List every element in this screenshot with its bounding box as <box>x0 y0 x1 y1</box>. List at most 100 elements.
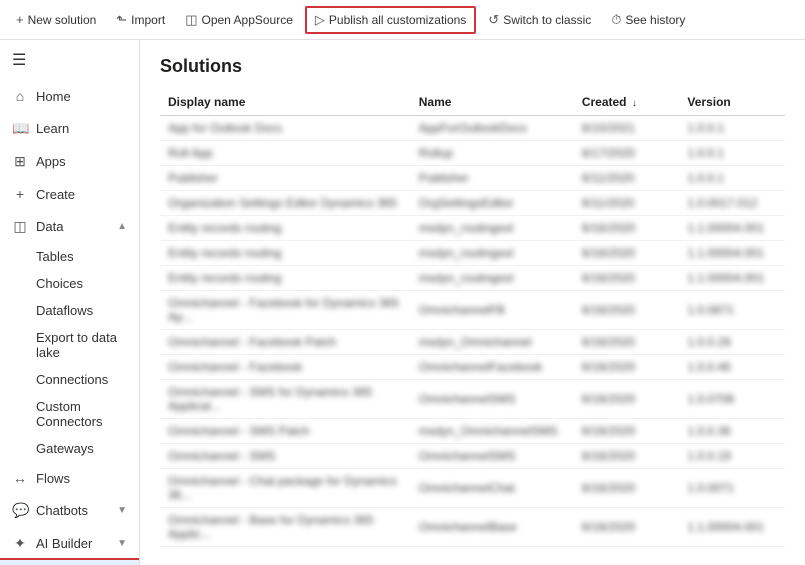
switch-icon: ↺ <box>488 12 499 28</box>
sidebar-item-create[interactable]: + Create <box>0 178 139 210</box>
table-row[interactable]: Omnichannel - SMS Patchmsdyn_Omnichannel… <box>160 419 785 444</box>
cell-display-name: App for Outlook Docs <box>160 116 411 141</box>
cell-version: 1.1.00004.001 <box>679 241 785 266</box>
table-row[interactable]: Entity records routingmsdyn_routingext6/… <box>160 241 785 266</box>
cell-display-name: Organization Settings Editor Dynamics 36… <box>160 191 411 216</box>
col-header-version: Version <box>679 89 785 116</box>
cell-created: 6/16/2020 <box>574 266 680 291</box>
cell-created: 6/16/2020 <box>574 419 680 444</box>
flows-icon: ↔ <box>12 470 28 486</box>
cell-created: 6/16/2020 <box>574 216 680 241</box>
learn-icon: 📖 <box>12 120 28 137</box>
sidebar-item-choices[interactable]: Choices <box>36 270 139 297</box>
apps-icon: ⊞ <box>12 153 28 170</box>
table-row[interactable]: Omnichannel - Base for Dynamics 365 Appl… <box>160 508 785 547</box>
cell-version: 1.1.00004.001 <box>679 508 785 547</box>
cell-display-name: Omnichannel - Facebook for Dynamics 365 … <box>160 291 411 330</box>
cell-version: 1.0.0.36 <box>679 419 785 444</box>
open-appsource-button[interactable]: ◫ Open AppSource <box>177 8 301 32</box>
cell-version: 1.0.0.46 <box>679 355 785 380</box>
col-header-display-name: Display name <box>160 89 411 116</box>
data-submenu: Tables Choices Dataflows Export to data … <box>0 243 139 462</box>
table-row[interactable]: Omnichannel - Facebook Patchmsdyn_Omnich… <box>160 330 785 355</box>
cell-name: OmnichannelChat <box>411 469 574 508</box>
cell-created: 6/10/2021 <box>574 116 680 141</box>
cell-name: OmnichannelFacebook <box>411 355 574 380</box>
cell-name: msdyn_routingext <box>411 216 574 241</box>
sidebar-item-data[interactable]: ◫ Data ▲ <box>0 210 139 243</box>
cell-version: 1.0.0871 <box>679 291 785 330</box>
page-title: Solutions <box>160 56 785 77</box>
ai-builder-icon: ✦ <box>12 535 28 552</box>
cell-created: 6/16/2020 <box>574 380 680 419</box>
cell-created: 6/16/2020 <box>574 355 680 380</box>
table-row[interactable]: Omnichannel - SMS for Dynamics 365 Appli… <box>160 380 785 419</box>
switch-classic-button[interactable]: ↺ Switch to classic <box>480 8 599 32</box>
cell-display-name: Omnichannel - Facebook <box>160 355 411 380</box>
table-row[interactable]: Organization Settings Editor Dynamics 36… <box>160 191 785 216</box>
publish-all-button[interactable]: ▷ Publish all customizations <box>305 6 476 34</box>
data-expand-icon: ▲ <box>117 221 127 232</box>
col-header-name: Name <box>411 89 574 116</box>
new-solution-button[interactable]: + New solution <box>8 8 104 31</box>
cell-display-name: Omnichannel - SMS Patch <box>160 419 411 444</box>
cell-name: OrgSettingsEditor <box>411 191 574 216</box>
sidebar-item-custom-connectors[interactable]: Custom Connectors <box>36 393 139 435</box>
cell-display-name: Omnichannel - Chat package for Dynamics … <box>160 469 411 508</box>
cell-created: 6/16/2020 <box>574 508 680 547</box>
import-button[interactable]: ⬑ Import <box>108 8 173 32</box>
import-icon: ⬑ <box>116 12 127 28</box>
sidebar-item-export-to-lake[interactable]: Export to data lake <box>36 324 139 366</box>
cell-display-name: Entity records routing <box>160 216 411 241</box>
cell-version: 1.0.0071 <box>679 469 785 508</box>
table-row[interactable]: PublisherPublisher6/11/20201.0.0.1 <box>160 166 785 191</box>
cell-created: 6/16/2020 <box>574 444 680 469</box>
table-row[interactable]: Omnichannel - FacebookOmnichannelFaceboo… <box>160 355 785 380</box>
hamburger-menu[interactable]: ☰ <box>0 40 139 80</box>
cell-display-name: Omnichannel - SMS <box>160 444 411 469</box>
cell-display-name: Omnichannel - Base for Dynamics 365 Appl… <box>160 508 411 547</box>
sidebar-item-connections[interactable]: Connections <box>36 366 139 393</box>
sidebar-item-ai-builder[interactable]: ✦ AI Builder ▼ <box>0 527 139 560</box>
data-icon: ◫ <box>12 218 28 235</box>
cell-created: 6/16/2020 <box>574 241 680 266</box>
create-icon: + <box>12 186 28 202</box>
history-icon: ⏱ <box>611 12 621 28</box>
sidebar-item-learn[interactable]: 📖 Learn <box>0 112 139 145</box>
table-row[interactable]: App for Outlook DocsAppForOutlookDocs6/1… <box>160 116 785 141</box>
sidebar-item-gateways[interactable]: Gateways <box>36 435 139 462</box>
col-header-created[interactable]: Created ↓ <box>574 89 680 116</box>
cell-created: 6/16/2020 <box>574 330 680 355</box>
table-row[interactable]: Entity records routingmsdyn_routingext6/… <box>160 216 785 241</box>
cell-name: OmnichannelFB <box>411 291 574 330</box>
home-icon: ⌂ <box>12 88 28 104</box>
sidebar-item-dataflows[interactable]: Dataflows <box>36 297 139 324</box>
ai-builder-expand-icon: ▼ <box>117 538 127 549</box>
sidebar-item-chatbots[interactable]: 💬 Chatbots ▼ <box>0 494 139 527</box>
cell-created: 6/17/2020 <box>574 141 680 166</box>
table-row[interactable]: Omnichannel - SMSOmnichannelSMS6/16/2020… <box>160 444 785 469</box>
sidebar-item-apps[interactable]: ⊞ Apps <box>0 145 139 178</box>
main-layout: ☰ ⌂ Home 📖 Learn ⊞ Apps + Create ◫ Data … <box>0 40 805 565</box>
topbar: + New solution ⬑ Import ◫ Open AppSource… <box>0 0 805 40</box>
cell-created: 6/11/2020 <box>574 191 680 216</box>
sidebar-item-home[interactable]: ⌂ Home <box>0 80 139 112</box>
chatbots-icon: 💬 <box>12 502 28 519</box>
table-row[interactable]: Omnichannel - Facebook for Dynamics 365 … <box>160 291 785 330</box>
cell-display-name: Publisher <box>160 166 411 191</box>
see-history-button[interactable]: ⏱ See history <box>603 8 693 32</box>
cell-name: AppForOutlookDocs <box>411 116 574 141</box>
cell-name: OmnichannelBase <box>411 508 574 547</box>
cell-name: msdyn_Omnichannel <box>411 330 574 355</box>
cell-display-name: Omnichannel - SMS for Dynamics 365 Appli… <box>160 380 411 419</box>
sidebar-item-tables[interactable]: Tables <box>36 243 139 270</box>
table-body: App for Outlook DocsAppForOutlookDocs6/1… <box>160 116 785 547</box>
sidebar-item-flows[interactable]: ↔ Flows <box>0 462 139 494</box>
sidebar-item-solutions[interactable]: ◱ Solutions <box>0 560 139 565</box>
table-row[interactable]: Entity records routingmsdyn_routingext6/… <box>160 266 785 291</box>
chatbots-expand-icon: ▼ <box>117 505 127 516</box>
cell-version: 1.0.0017.012 <box>679 191 785 216</box>
plus-icon: + <box>16 12 24 27</box>
table-row[interactable]: Roll AppRollup6/17/20201.0.0.1 <box>160 141 785 166</box>
table-row[interactable]: Omnichannel - Chat package for Dynamics … <box>160 469 785 508</box>
